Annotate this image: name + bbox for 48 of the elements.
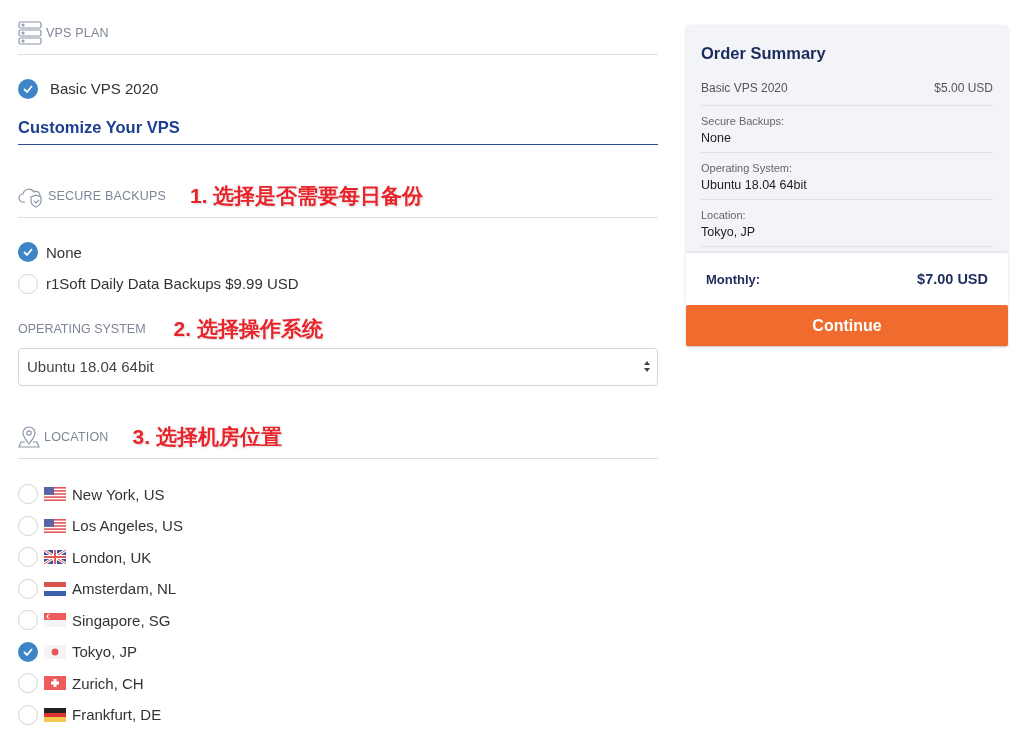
radio-button[interactable]	[18, 78, 38, 99]
option-label: Basic VPS 2020	[50, 80, 159, 98]
option-label: Singapore, SG	[72, 611, 171, 629]
radio-button[interactable]	[18, 704, 38, 725]
radio-button[interactable]	[18, 578, 38, 599]
check-icon	[23, 248, 33, 257]
section-heading: OPERATING SYSTEM	[18, 321, 146, 336]
radio-button[interactable]	[18, 484, 38, 505]
summary-label: Operating System:	[701, 162, 794, 174]
annotation-text: 3. 选择机房位置	[132, 423, 282, 450]
panel-title: Order Summary	[701, 44, 827, 63]
option-label: r1Soft Daily Data Backups $9.99 USD	[46, 275, 299, 293]
annotation-text: 1. 选择是否需要每日备份	[190, 182, 424, 209]
option-label: London, UK	[72, 548, 152, 566]
radio-button[interactable]	[18, 610, 38, 631]
check-icon	[23, 647, 33, 656]
radio-button[interactable]	[18, 515, 38, 536]
radio-button[interactable]	[18, 273, 38, 294]
check-icon	[23, 84, 33, 93]
option-label: Zurich, CH	[72, 674, 144, 692]
summary-value: Ubuntu 18.04 64bit	[701, 178, 808, 192]
map-pin-icon	[18, 425, 40, 448]
radio-button[interactable]	[18, 547, 38, 568]
option-label: Los Angeles, US	[72, 517, 183, 535]
plan-name: Basic VPS 2020	[701, 81, 788, 95]
summary-value: Tokyo, JP	[701, 225, 757, 239]
option-label: New York, US	[72, 485, 165, 503]
summary-label: Location:	[701, 209, 747, 221]
os-select[interactable]: Ubuntu 18.04 64bit	[18, 347, 658, 386]
section-heading: VPS PLAN	[46, 26, 109, 40]
section-title: Customize Your VPS	[18, 117, 658, 145]
radio-button[interactable]	[18, 641, 38, 662]
radio-button[interactable]	[18, 242, 38, 263]
summary-value: None	[701, 131, 732, 145]
section-heading: SECURE BACKUPS	[48, 188, 167, 203]
option-label: Frankfurt, DE	[72, 706, 162, 724]
option-label: Tokyo, JP	[72, 643, 138, 661]
updown-caret-icon	[643, 360, 651, 373]
annotation-text: 2. 选择操作系统	[173, 315, 323, 342]
plan-price: $5.00 USD	[934, 81, 993, 95]
total-label: Monthly:	[706, 271, 761, 287]
server-icon	[18, 21, 42, 45]
option-label: None	[46, 243, 82, 261]
summary-label: Secure Backups:	[701, 115, 786, 127]
option-label: Amsterdam, NL	[72, 580, 177, 598]
radio-button[interactable]	[18, 673, 38, 694]
section-heading: LOCATION	[44, 429, 109, 444]
total-price: $7.00 USD	[917, 271, 988, 287]
